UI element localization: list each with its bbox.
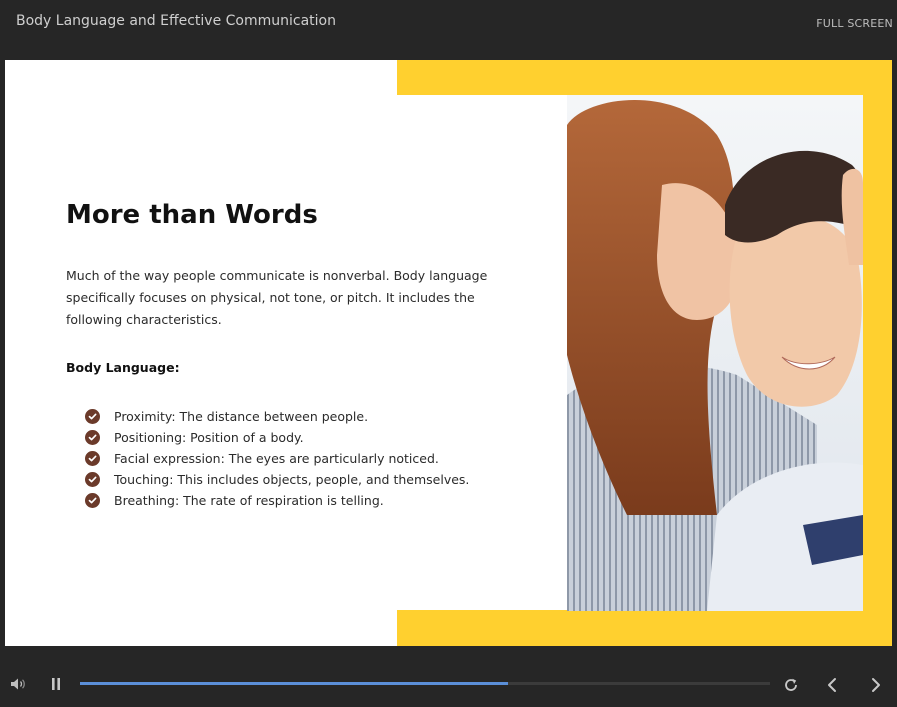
list-item: Proximity: The distance between people. [85, 406, 469, 427]
top-bar: Body Language and Effective Communicatio… [0, 0, 897, 58]
check-circle-icon [85, 472, 100, 487]
pause-icon [52, 678, 60, 690]
slide-photo [567, 95, 863, 611]
list-item-label: Positioning: Position of a body. [114, 430, 304, 445]
photo-illustration [567, 95, 863, 611]
volume-icon[interactable] [9, 675, 27, 693]
course-title: Body Language and Effective Communicatio… [16, 13, 336, 29]
slide-heading: More than Words [66, 200, 318, 230]
fullscreen-button[interactable]: FULL SCREEN [816, 17, 893, 30]
check-circle-icon [85, 451, 100, 466]
player-controls [0, 648, 897, 707]
replay-icon [785, 678, 797, 691]
accent-frame-cutout [397, 95, 567, 610]
list-item-label: Proximity: The distance between people. [114, 409, 369, 424]
progress-bar[interactable] [80, 682, 770, 685]
list-item: Touching: This includes objects, people,… [85, 469, 469, 490]
list-item: Positioning: Position of a body. [85, 427, 469, 448]
slide-canvas: More than Words Much of the way people c… [5, 60, 892, 646]
previous-icon [828, 678, 836, 692]
next-button[interactable] [866, 675, 886, 695]
list-item-label: Facial expression: The eyes are particul… [114, 451, 439, 466]
list-item: Facial expression: The eyes are particul… [85, 448, 469, 469]
characteristics-list: Proximity: The distance between people. … [85, 406, 469, 511]
list-heading: Body Language: [66, 360, 180, 375]
next-icon [872, 678, 880, 692]
list-item: Breathing: The rate of respiration is te… [85, 490, 469, 511]
replay-button[interactable] [781, 675, 801, 695]
progress-fill [80, 682, 508, 685]
check-circle-icon [85, 430, 100, 445]
list-item-label: Breathing: The rate of respiration is te… [114, 493, 384, 508]
pause-button[interactable] [47, 675, 65, 693]
slide-intro: Much of the way people communicate is no… [66, 268, 488, 327]
list-item-label: Touching: This includes objects, people,… [114, 472, 470, 487]
check-circle-icon [85, 409, 100, 424]
check-circle-icon [85, 493, 100, 508]
previous-button[interactable] [822, 675, 842, 695]
